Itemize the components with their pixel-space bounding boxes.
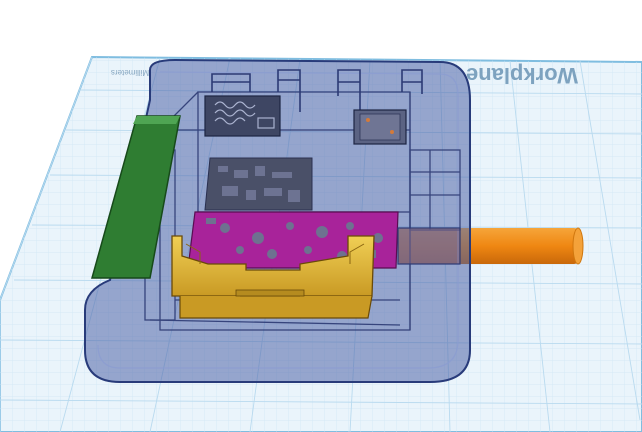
dark-module-board[interactable]	[204, 157, 313, 211]
sensor-module[interactable]	[204, 95, 281, 137]
enclosure-rod-slot	[397, 227, 461, 265]
relay-module[interactable]	[353, 109, 407, 145]
workplane-label: Workplane	[466, 63, 578, 88]
workplane-units-label: Millimeters	[111, 68, 149, 77]
3d-viewport[interactable]: Workplane Millimeters	[0, 0, 642, 432]
